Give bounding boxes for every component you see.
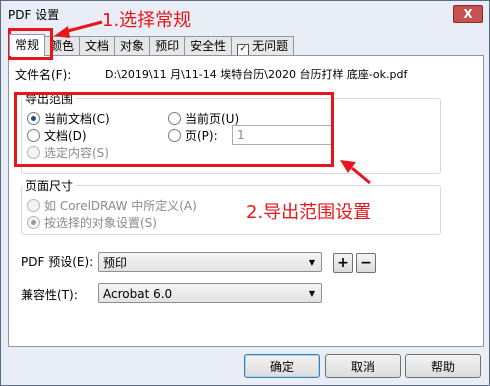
arrow-step2-line — [351, 166, 371, 185]
annotation-arrows — [54, 20, 371, 185]
arrow-step1-head — [54, 26, 70, 38]
arrow-step1-line — [63, 20, 103, 34]
tab-label: 常规 — [15, 38, 40, 52]
tab-general[interactable]: 常规 — [9, 34, 46, 56]
